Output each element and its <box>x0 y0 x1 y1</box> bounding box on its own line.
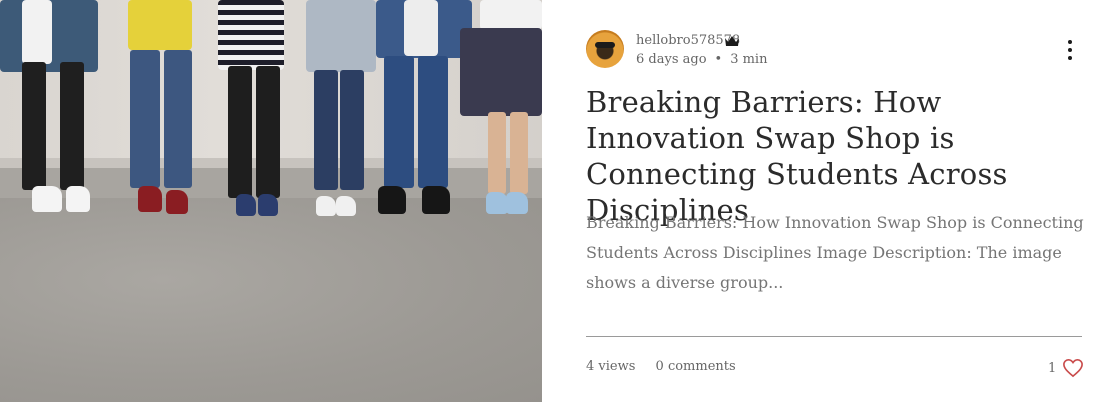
more-vertical-icon[interactable] <box>1062 40 1078 60</box>
post-cover-image[interactable] <box>0 0 542 402</box>
heart-icon[interactable] <box>1062 358 1084 378</box>
post-meta: 6 days ago • 3 min <box>636 52 767 67</box>
post-title[interactable]: Breaking Barriers: How Innovation Swap S… <box>586 84 1066 228</box>
author-avatar[interactable] <box>586 30 624 68</box>
crown-icon <box>725 36 739 46</box>
read-time: 3 min <box>730 52 768 67</box>
blog-post-card[interactable]: hellobro578578 6 days ago • 3 min Breaking… <box>0 0 1119 402</box>
photo-ground <box>0 198 542 402</box>
divider <box>586 336 1082 337</box>
post-stats: 4 views 0 comments <box>586 359 752 374</box>
like-button[interactable]: 1 <box>1048 358 1084 378</box>
views-count: 4 views <box>586 359 636 374</box>
post-date: 6 days ago <box>636 52 707 67</box>
meta-separator: • <box>714 52 723 67</box>
post-excerpt[interactable]: Breaking Barriers: How Innovation Swap S… <box>586 208 1086 298</box>
comments-count[interactable]: 0 comments <box>656 359 736 374</box>
likes-count: 1 <box>1048 360 1057 376</box>
